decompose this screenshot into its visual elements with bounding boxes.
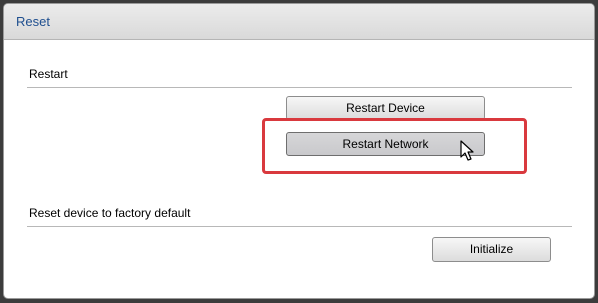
factory-reset-section-label: Reset device to factory default [29,206,191,220]
title-bar: Reset [4,4,594,40]
restart-section-label: Restart [29,67,68,81]
reset-dialog: Reset Restart Restart Device Restart Net… [3,3,595,299]
window-title: Reset [16,14,50,29]
initialize-button[interactable]: Initialize [432,237,551,262]
factory-reset-divider [27,226,572,227]
restart-divider [27,87,572,88]
restart-network-button[interactable]: Restart Network [286,132,485,156]
mouse-pointer-icon [460,140,474,161]
restart-device-button[interactable]: Restart Device [286,96,485,120]
